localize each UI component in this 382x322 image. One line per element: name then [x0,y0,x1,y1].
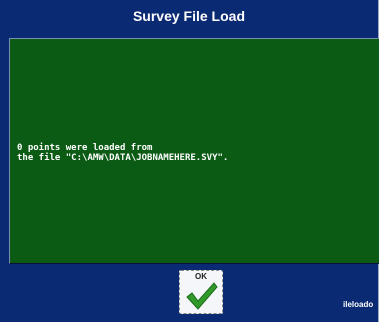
survey-file-load-dialog: Survey File Load 0 points were loaded fr… [0,0,379,322]
ok-button[interactable]: OK [179,270,223,314]
dialog-title: Survey File Load [132,8,246,24]
load-result-message: 0 points were loaded from the file "C:\A… [17,143,229,163]
checkmark-icon [186,282,218,310]
message-panel: 0 points were loaded from the file "C:\A… [9,38,379,264]
footer-filename-text: ileloado [343,300,374,309]
